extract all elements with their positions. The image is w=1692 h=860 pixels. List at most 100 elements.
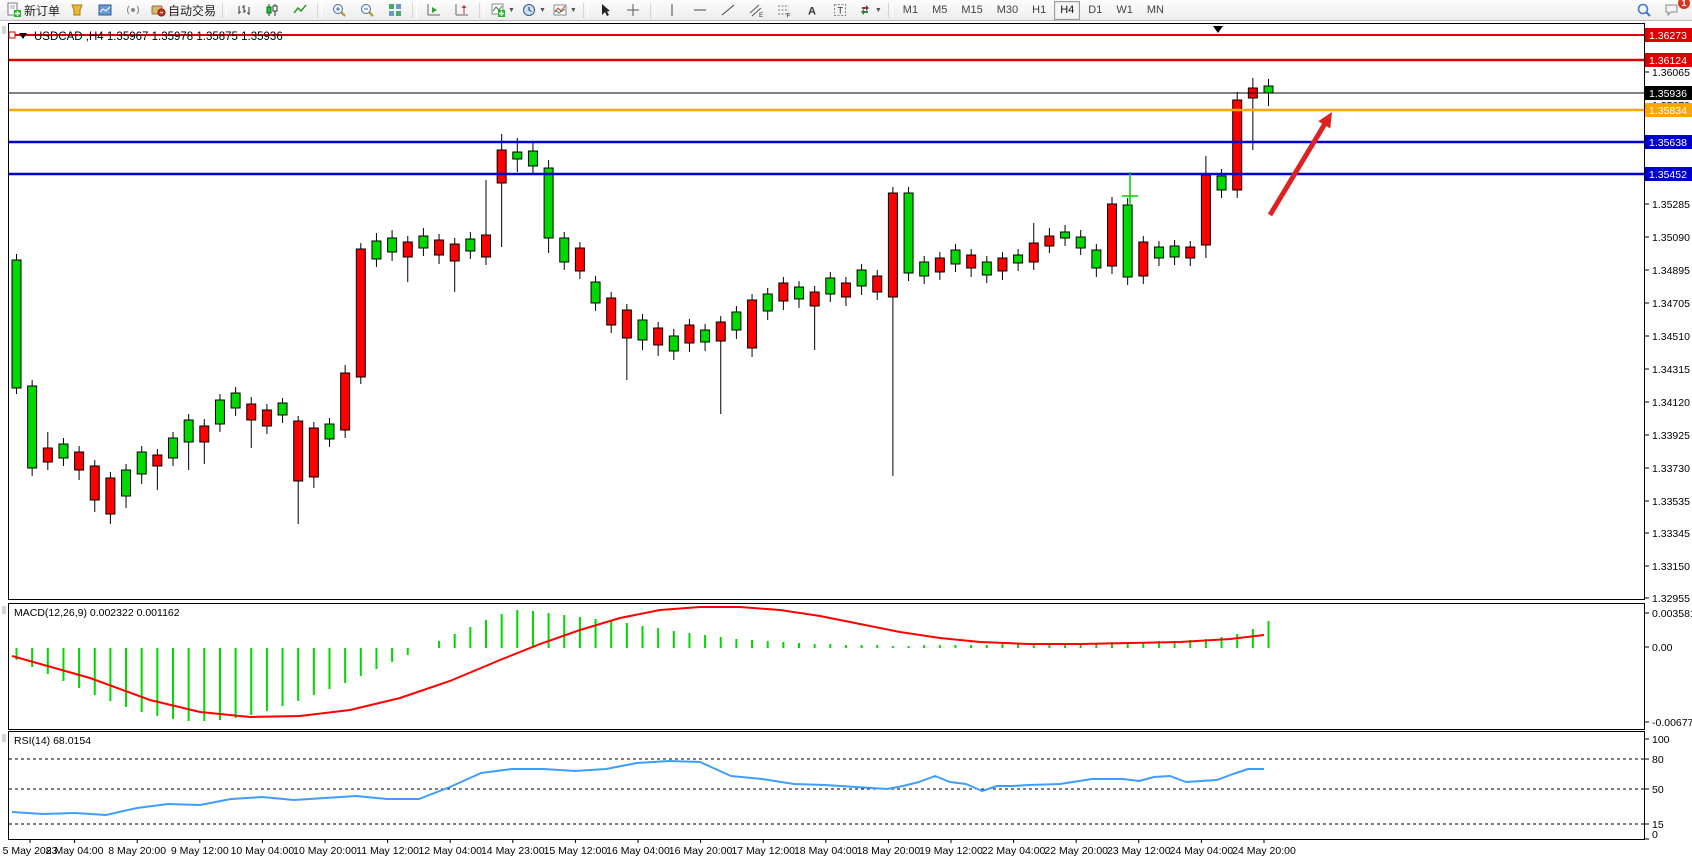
chart-shift-button[interactable] bbox=[448, 0, 476, 21]
candle[interactable] bbox=[575, 248, 584, 271]
candle[interactable] bbox=[200, 426, 209, 442]
autotrade-button[interactable]: 自动交易 bbox=[147, 0, 219, 21]
candle[interactable] bbox=[435, 240, 444, 255]
candle[interactable] bbox=[12, 260, 21, 388]
horizontal-line-button[interactable] bbox=[686, 0, 714, 21]
candle[interactable] bbox=[638, 320, 647, 340]
chevron-down-icon[interactable]: ▼ bbox=[570, 7, 577, 14]
candle[interactable] bbox=[356, 249, 365, 377]
candle[interactable] bbox=[716, 322, 725, 341]
candle[interactable] bbox=[388, 238, 397, 252]
candle[interactable] bbox=[137, 452, 146, 474]
candle[interactable] bbox=[1139, 242, 1148, 276]
candle[interactable] bbox=[982, 262, 991, 275]
candle[interactable] bbox=[763, 294, 772, 311]
candle[interactable] bbox=[841, 283, 850, 297]
line-chart-button[interactable] bbox=[286, 0, 314, 21]
candle[interactable] bbox=[325, 424, 334, 439]
cursor-button[interactable] bbox=[591, 0, 619, 21]
text-button[interactable]: A bbox=[798, 0, 826, 21]
search-button[interactable] bbox=[1630, 0, 1658, 21]
candle[interactable] bbox=[1233, 100, 1242, 190]
candle[interactable] bbox=[106, 478, 115, 514]
candle[interactable] bbox=[122, 470, 131, 496]
signals-button[interactable] bbox=[119, 0, 147, 21]
candle[interactable] bbox=[998, 258, 1007, 271]
trendline-button[interactable] bbox=[714, 0, 742, 21]
candle[interactable] bbox=[669, 336, 678, 351]
bars-chart-button[interactable] bbox=[230, 0, 258, 21]
chart-canvas[interactable]: USDCAD ,H4 1.35967 1.35978 1.35875 1.359… bbox=[0, 21, 1692, 860]
candle[interactable] bbox=[1076, 237, 1085, 248]
auto-scroll-button[interactable] bbox=[420, 0, 448, 21]
candle[interactable] bbox=[1123, 205, 1132, 277]
macd-panel[interactable] bbox=[9, 604, 1645, 730]
timeframe-mn-button[interactable]: MN bbox=[1141, 1, 1170, 20]
candle[interactable] bbox=[59, 444, 68, 458]
arrows-button[interactable]: ▼ bbox=[854, 0, 885, 21]
candle[interactable] bbox=[90, 466, 99, 500]
candle[interactable] bbox=[544, 168, 553, 238]
timeframe-w1-button[interactable]: W1 bbox=[1110, 1, 1139, 20]
chart-window-button[interactable] bbox=[63, 0, 91, 21]
panel-grip[interactable] bbox=[3, 606, 5, 614]
candle[interactable] bbox=[513, 152, 522, 159]
candle[interactable] bbox=[732, 312, 741, 330]
candle[interactable] bbox=[278, 403, 287, 415]
fibonacci-button[interactable]: F bbox=[770, 0, 798, 21]
candle[interactable] bbox=[888, 193, 897, 297]
candle[interactable] bbox=[622, 310, 631, 338]
candle[interactable] bbox=[904, 193, 913, 273]
candle[interactable] bbox=[873, 276, 882, 292]
candle[interactable] bbox=[779, 283, 788, 301]
candle[interactable] bbox=[262, 410, 271, 426]
indicators-button[interactable]: ▼ bbox=[487, 0, 518, 21]
chevron-down-icon[interactable]: ▼ bbox=[875, 7, 882, 14]
timeframe-m5-button[interactable]: M5 bbox=[926, 1, 953, 20]
candle[interactable] bbox=[169, 438, 178, 458]
vertical-line-button[interactable] bbox=[658, 0, 686, 21]
templates-button[interactable]: ▼ bbox=[549, 0, 580, 21]
candle[interactable] bbox=[403, 242, 412, 257]
candle[interactable] bbox=[28, 386, 37, 468]
candle[interactable] bbox=[1092, 250, 1101, 268]
candle[interactable] bbox=[419, 236, 428, 248]
candle[interactable] bbox=[215, 400, 224, 424]
candle[interactable] bbox=[654, 328, 663, 345]
zoom-out-button[interactable] bbox=[353, 0, 381, 21]
candle[interactable] bbox=[1154, 247, 1163, 258]
equidistant-channel-button[interactable]: E bbox=[742, 0, 770, 21]
timeframe-m15-button[interactable]: M15 bbox=[955, 1, 988, 20]
candle[interactable] bbox=[810, 292, 819, 306]
chat-button[interactable]: 1 bbox=[1658, 0, 1686, 21]
tile-windows-button[interactable] bbox=[381, 0, 409, 21]
candle[interactable] bbox=[372, 241, 381, 259]
candle[interactable] bbox=[466, 239, 475, 251]
timeframe-m1-button[interactable]: M1 bbox=[897, 1, 924, 20]
candle[interactable] bbox=[560, 238, 569, 262]
candle[interactable] bbox=[920, 262, 929, 276]
candle[interactable] bbox=[591, 282, 600, 303]
candle[interactable] bbox=[184, 420, 193, 442]
candle[interactable] bbox=[43, 448, 52, 462]
panel-grip[interactable] bbox=[3, 26, 5, 34]
candle[interactable] bbox=[247, 404, 256, 420]
candle[interactable] bbox=[857, 270, 866, 286]
candle[interactable] bbox=[528, 151, 537, 166]
text-label-button[interactable]: T bbox=[826, 0, 854, 21]
candle[interactable] bbox=[153, 455, 162, 466]
timeframe-m30-button[interactable]: M30 bbox=[991, 1, 1024, 20]
candle[interactable] bbox=[701, 330, 710, 342]
candle[interactable] bbox=[341, 373, 350, 430]
candle[interactable] bbox=[450, 244, 459, 261]
candle[interactable] bbox=[1029, 243, 1038, 262]
candle[interactable] bbox=[951, 250, 960, 264]
candle[interactable] bbox=[482, 235, 491, 257]
line-anchor-handle[interactable] bbox=[9, 32, 15, 38]
periods-button[interactable]: ▼ bbox=[518, 0, 549, 21]
candle[interactable] bbox=[826, 278, 835, 294]
timeframe-d1-button[interactable]: D1 bbox=[1082, 1, 1108, 20]
panel-grip[interactable] bbox=[3, 734, 5, 742]
candle[interactable] bbox=[309, 428, 318, 477]
candle[interactable] bbox=[1108, 204, 1117, 266]
